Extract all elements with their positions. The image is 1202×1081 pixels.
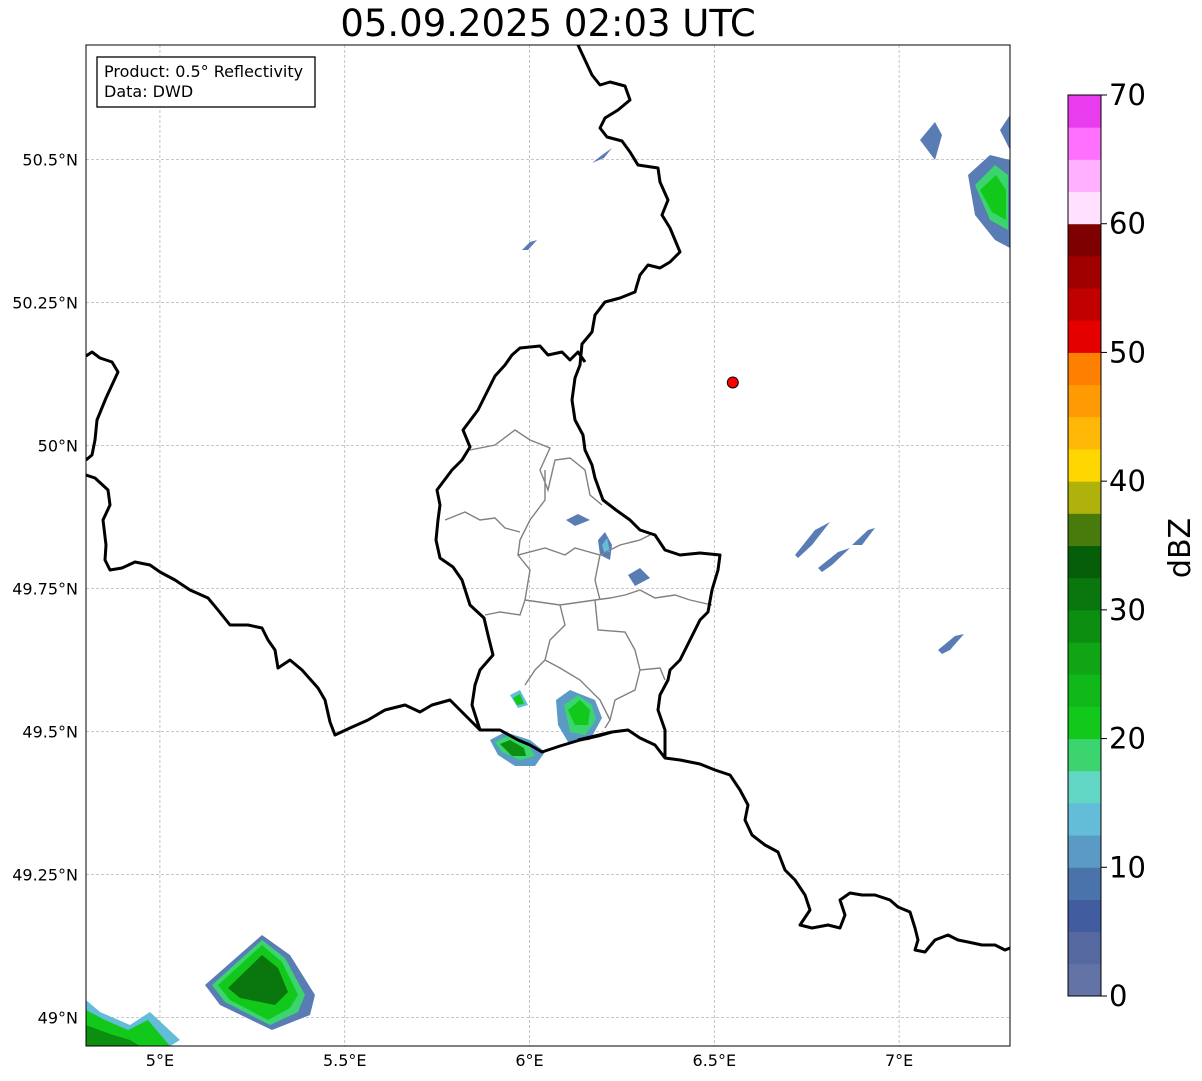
lat-tick-label: 50°N	[38, 436, 78, 455]
colorbar-segment	[1068, 159, 1101, 193]
colorbar-segment	[1068, 320, 1101, 353]
colorbar-segment	[1068, 674, 1101, 707]
lat-tick-label: 50.5°N	[22, 150, 78, 169]
lat-tick-label: 49.5°N	[22, 722, 78, 741]
colorbar-tick-label: 0	[1109, 979, 1127, 1013]
colorbar-segment	[1068, 738, 1101, 772]
colorbar-segment	[1068, 384, 1101, 418]
colorbar-segment	[1068, 127, 1101, 160]
info-data: Data: DWD	[104, 82, 193, 101]
info-product: Product: 0.5° Reflectivity	[104, 62, 303, 81]
colorbar-tick-label: 40	[1109, 464, 1146, 498]
lat-tick-label: 49.75°N	[12, 579, 78, 598]
colorbar-segment	[1068, 867, 1101, 900]
colorbar-segment	[1068, 577, 1101, 611]
lon-tick-label: 7°E	[885, 1051, 913, 1070]
colorbar-segment	[1068, 770, 1101, 804]
colorbar-segment	[1068, 931, 1101, 965]
colorbar-segment	[1068, 963, 1101, 997]
radar-map: Product: 0.5° Reflectivity Data: DWD 49°…	[12, 44, 1198, 1070]
lat-tick-label: 50.25°N	[12, 293, 78, 312]
station-marker	[726, 376, 739, 389]
colorbar-segment	[1068, 609, 1101, 643]
colorbar-segment	[1068, 255, 1101, 289]
colorbar-segment	[1068, 481, 1101, 514]
colorbar-tick-label: 60	[1109, 207, 1146, 241]
colorbar-tick-label: 50	[1109, 335, 1146, 369]
lon-tick-label: 5.5°E	[323, 1051, 367, 1070]
colorbar-segment	[1068, 288, 1101, 321]
colorbar-tick-label: 70	[1109, 78, 1146, 112]
colorbar-segment	[1068, 223, 1101, 257]
colorbar-segment	[1068, 802, 1101, 836]
colorbar-segment	[1068, 95, 1101, 128]
lon-tick-label: 5°E	[146, 1051, 174, 1070]
colorbar: 0 10 20 30 40 50 60 70	[1067, 78, 1146, 1013]
colorbar-label: dBZ	[1163, 518, 1198, 578]
lat-tick-label: 49°N	[38, 1008, 78, 1027]
colorbar-segment	[1068, 513, 1101, 546]
colorbar-tick-label: 30	[1109, 593, 1146, 627]
colorbar-segment	[1068, 448, 1101, 482]
colorbar-segment	[1068, 706, 1101, 740]
colorbar-segment	[1068, 835, 1101, 868]
colorbar-segment	[1068, 545, 1101, 579]
lat-tick-label: 49.25°N	[12, 865, 78, 884]
colorbar-segment	[1068, 899, 1101, 933]
latitude-labels: 49°N 49.25°N 49.5°N 49.75°N 50°N 50.25°N 50.5°…	[12, 150, 78, 1027]
colorbar-segment	[1068, 642, 1101, 675]
colorbar-tick-label: 20	[1109, 722, 1146, 756]
lon-tick-label: 6°E	[515, 1051, 543, 1070]
colorbar-segment	[1068, 352, 1101, 386]
longitude-labels: 5°E 5.5°E 6°E 6.5°E 7°E	[146, 1051, 913, 1070]
info-box: Product: 0.5° Reflectivity Data: DWD	[96, 56, 316, 108]
colorbar-segment	[1068, 416, 1101, 450]
lon-tick-label: 6.5°E	[693, 1051, 737, 1070]
colorbar-tick-label: 10	[1109, 850, 1146, 884]
colorbar-segment	[1068, 191, 1101, 225]
